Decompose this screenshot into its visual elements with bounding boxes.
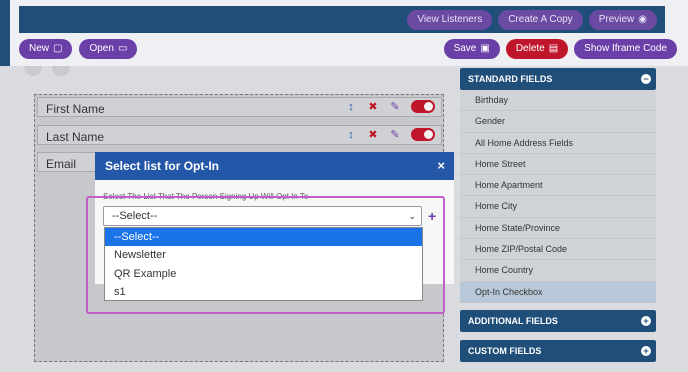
standard-fields-header[interactable]: STANDARD FIELDS −: [460, 68, 656, 90]
custom-fields-header[interactable]: CUSTOM FIELDS +: [460, 339, 656, 362]
resize-vertical-icon[interactable]: ↕: [345, 101, 357, 113]
open-button[interactable]: Open ▭: [79, 39, 138, 59]
sidebar-item-home-street[interactable]: Home Street: [460, 154, 656, 176]
modal-title: Select list for Opt-In: [105, 159, 220, 173]
save-icon: ▣: [480, 43, 490, 54]
collapse-icon[interactable]: −: [641, 74, 651, 84]
expand-icon[interactable]: +: [641, 315, 651, 326]
form-field-row[interactable]: First Name ↕ ✖ ✎: [37, 97, 442, 117]
required-toggle[interactable]: [411, 128, 435, 141]
form-field-row[interactable]: Last Name ↕ ✖ ✎: [37, 125, 442, 145]
field-label: Email: [46, 157, 77, 171]
preview-button[interactable]: Preview ◉: [588, 10, 657, 30]
delete-button[interactable]: Delete ▤: [505, 39, 569, 59]
standard-fields-list: Birthday Gender All Home Address Fields …: [460, 90, 656, 303]
sidebar-item-opt-in-checkbox[interactable]: Opt-In Checkbox: [460, 281, 656, 303]
sidebar-item-home-zip[interactable]: Home ZIP/Postal Code: [460, 239, 656, 261]
toolbar-left: New ▢ Open ▭: [19, 39, 138, 59]
edit-pencil-icon[interactable]: ✎: [389, 128, 401, 141]
show-iframe-code-button[interactable]: Show Iframe Code: [574, 39, 677, 59]
top-header-bar: View Listeners Create A Copy Preview ◉: [19, 6, 665, 33]
new-button[interactable]: New ▢: [19, 39, 73, 59]
annotation-highlight-box: [86, 196, 445, 314]
eye-icon: ◉: [638, 14, 647, 25]
sidebar-item-all-home-address[interactable]: All Home Address Fields: [460, 133, 656, 154]
field-label: First Name: [46, 102, 105, 116]
modal-header: Select list for Opt-In ×: [95, 152, 454, 180]
sidebar-item-home-apartment[interactable]: Home Apartment: [460, 175, 656, 197]
trash-icon: ▤: [548, 43, 559, 54]
sidebar-item-home-country[interactable]: Home Country: [460, 260, 656, 282]
resize-vertical-icon[interactable]: ↕: [345, 129, 357, 141]
remove-icon[interactable]: ✖: [367, 100, 379, 113]
sidebar-item-home-state[interactable]: Home State/Province: [460, 218, 656, 240]
remove-icon[interactable]: ✖: [367, 128, 379, 141]
file-icon: ▢: [53, 43, 63, 54]
field-label: Last Name: [46, 130, 105, 144]
additional-fields-header[interactable]: ADDITIONAL FIELDS +: [460, 309, 656, 332]
view-listeners-button[interactable]: View Listeners: [407, 10, 493, 30]
folder-icon: ▭: [117, 43, 128, 54]
sidebar-item-birthday[interactable]: Birthday: [460, 90, 656, 112]
save-button[interactable]: Save ▣: [443, 39, 500, 59]
sidebar-item-gender[interactable]: Gender: [460, 111, 656, 133]
create-copy-button[interactable]: Create A Copy: [498, 10, 583, 30]
edit-pencil-icon[interactable]: ✎: [389, 100, 401, 113]
sidebar-item-home-city[interactable]: Home City: [460, 196, 656, 218]
required-toggle[interactable]: [411, 100, 435, 113]
expand-icon[interactable]: +: [641, 345, 651, 356]
close-icon[interactable]: ×: [437, 158, 445, 173]
fields-sidebar: STANDARD FIELDS − Birthday Gender All Ho…: [460, 68, 656, 362]
toolbar-right: Save ▣ Delete ▤ Show Iframe Code: [443, 39, 677, 59]
